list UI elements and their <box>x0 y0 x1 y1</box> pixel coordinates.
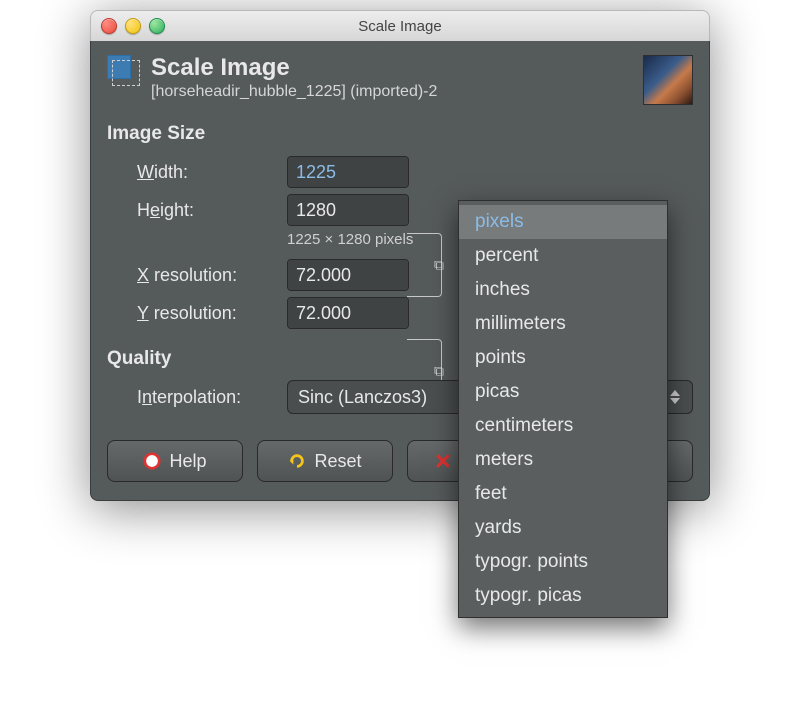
y-resolution-input[interactable] <box>288 298 409 328</box>
window-zoom-button[interactable] <box>149 18 165 34</box>
reset-button-label: Reset <box>314 451 361 472</box>
scale-image-icon <box>107 55 141 89</box>
units-option-points[interactable]: points <box>459 341 667 375</box>
x-resolution-label: X resolution: <box>137 265 287 286</box>
image-size-section-label: Image Size <box>107 123 693 145</box>
units-option-percent[interactable]: percent <box>459 239 667 273</box>
units-option-typogr-points[interactable]: typogr. points <box>459 545 667 579</box>
height-input[interactable] <box>288 195 409 225</box>
dialog-title: Scale Image <box>151 55 643 81</box>
height-spinner[interactable] <box>287 194 409 226</box>
units-option-inches[interactable]: inches <box>459 273 667 307</box>
help-icon <box>143 452 161 470</box>
x-resolution-input[interactable] <box>288 260 409 290</box>
units-option-meters[interactable]: meters <box>459 443 667 477</box>
units-option-centimeters[interactable]: centimeters <box>459 409 667 443</box>
x-resolution-spinner[interactable] <box>287 259 409 291</box>
units-dropdown-menu[interactable]: pixelspercentinchesmillimeterspointspica… <box>458 200 668 618</box>
width-spinner[interactable] <box>287 156 409 188</box>
help-button[interactable]: Help <box>107 440 243 482</box>
window-close-button[interactable] <box>101 18 117 34</box>
width-input[interactable] <box>288 157 409 187</box>
help-button-label: Help <box>169 451 206 472</box>
window-titlebar: Scale Image <box>90 10 710 41</box>
reset-icon <box>288 452 306 470</box>
reset-button[interactable]: Reset <box>257 440 393 482</box>
units-option-typogr-picas[interactable]: typogr. picas <box>459 579 667 613</box>
units-option-yards[interactable]: yards <box>459 511 667 545</box>
units-option-millimeters[interactable]: millimeters <box>459 307 667 341</box>
image-thumbnail <box>643 55 693 105</box>
combo-arrows-icon <box>670 385 686 409</box>
height-label: Height: <box>137 200 287 221</box>
units-option-feet[interactable]: feet <box>459 477 667 511</box>
dialog-subtitle: [horseheadir_hubble_1225] (imported)-2 <box>151 83 643 101</box>
y-resolution-label: Y resolution: <box>137 303 287 324</box>
width-label: Width: <box>137 162 287 183</box>
y-resolution-spinner[interactable] <box>287 297 409 329</box>
units-option-picas[interactable]: picas <box>459 375 667 409</box>
window-minimize-button[interactable] <box>125 18 141 34</box>
interpolation-label: Interpolation: <box>137 387 287 408</box>
interpolation-value: Sinc (Lanczos3) <box>298 387 427 408</box>
cancel-icon <box>434 452 452 470</box>
window-title: Scale Image <box>91 18 709 35</box>
units-option-pixels[interactable]: pixels <box>459 205 667 239</box>
